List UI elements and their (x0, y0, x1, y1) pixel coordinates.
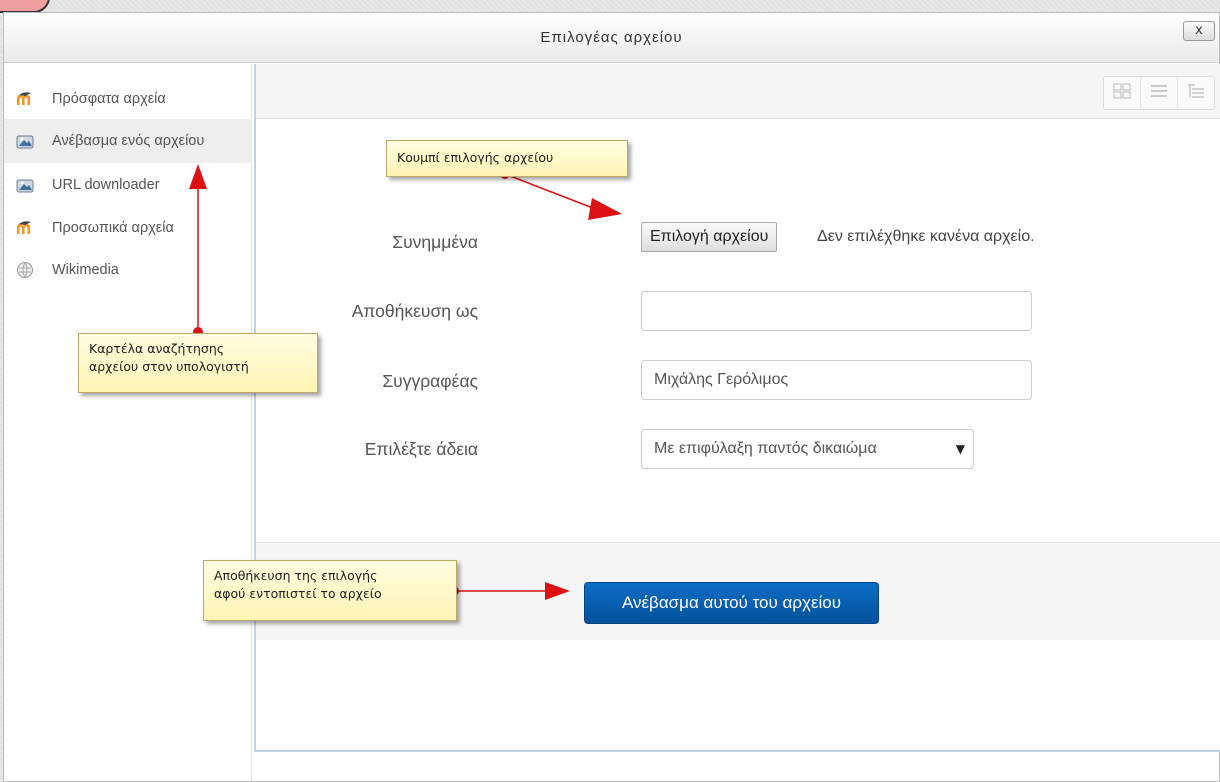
callout-text: αρχείου στον υπολογιστή (89, 359, 249, 374)
callout-text: Αποθήκευση της επιλογής (214, 568, 378, 583)
callout-sidebar-tab: Καρτέλα αναζήτησης αρχείου στον υπολογισ… (78, 333, 318, 393)
callout-file-button: Κουμπί επιλογής αρχείου (386, 140, 628, 177)
callout-text: Κουμπί επιλογής αρχείου (397, 150, 554, 165)
callout-text: αφού εντοπιστεί το αρχείο (214, 586, 382, 601)
callout-text: Καρτέλα αναζήτησης (89, 341, 225, 356)
callout-upload-button: Αποθήκευση της επιλογής αφού εντοπιστεί … (203, 560, 457, 621)
arrow-to-sidebar-tab (189, 164, 207, 337)
arrow-to-upload-button (449, 582, 570, 600)
